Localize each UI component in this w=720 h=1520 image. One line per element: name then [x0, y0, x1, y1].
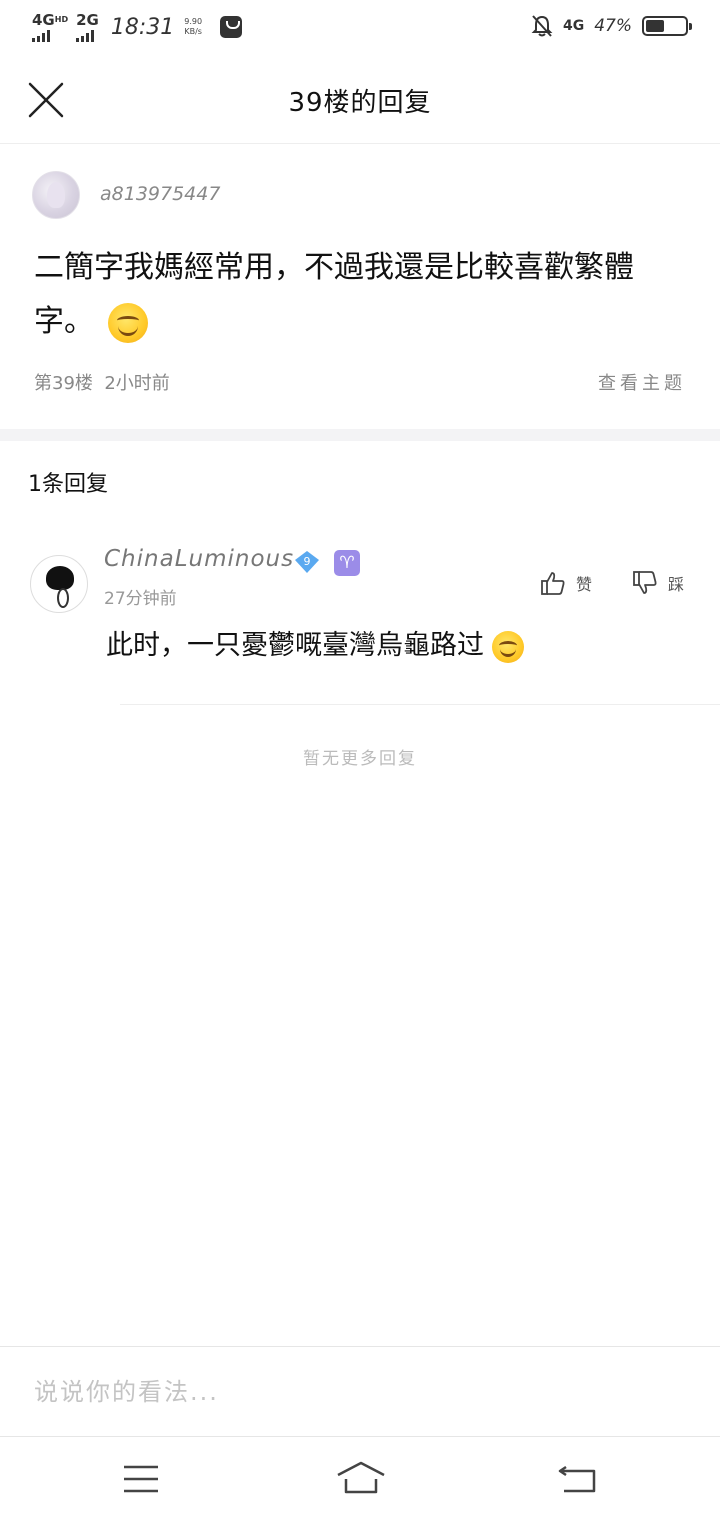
back-icon [558, 1465, 596, 1493]
level-number: 9 [304, 555, 311, 568]
post-content: 二簡字我媽經常用，不過我還是比較喜歡繁體字。 [34, 241, 686, 349]
reply-content: 此时，一只憂鬱嘅臺灣烏龜路过 [106, 626, 524, 666]
post-floor: 第39楼 [34, 373, 93, 394]
avatar[interactable] [30, 555, 88, 613]
like-button[interactable]: 赞 [540, 570, 592, 596]
menu-button[interactable] [120, 1459, 164, 1499]
dislike-button[interactable]: 踩 [632, 570, 684, 596]
status-left: 4GHD 2G 18:31 9.90 KB/s [32, 12, 243, 42]
speed-unit: KB/s [184, 27, 202, 36]
status-bar: 4GHD 2G 18:31 9.90 KB/s 4G 47% [0, 0, 720, 56]
signal-bars-icon [76, 30, 95, 42]
battery-percent: 47% [594, 16, 632, 36]
home-icon [337, 1461, 385, 1494]
menu-icon [124, 1465, 158, 1493]
network-type-1: 4G [32, 11, 55, 29]
network-hd-label: HD [54, 15, 69, 24]
reply-count: 1条回复 [28, 472, 108, 497]
reply-text: 此时，一只憂鬱嘅臺灣烏龜路过 [106, 630, 484, 661]
post-time: 2小时前 [104, 373, 170, 394]
smile-emoji-icon [492, 630, 524, 663]
original-post: a813975447 二簡字我媽經常用，不過我還是比較喜歡繁體字。 第39楼 2… [0, 145, 720, 429]
network-type-3: 4G [562, 18, 585, 34]
dislike-label: 踩 [668, 575, 685, 594]
reply-username[interactable]: ChinaLuminous [104, 546, 294, 572]
reply-time: 27分钟前 [104, 589, 177, 609]
list-item: ChinaLuminous 9 ♈ 27分钟前 赞 踩 此时，一只憂鬱嘅臺灣烏龜… [0, 540, 720, 706]
page-title: 39楼的回复 [288, 88, 432, 118]
status-right: 4G 47% [531, 14, 692, 38]
aries-zodiac-icon: ♈ [334, 550, 360, 576]
level-badge-icon: 9 [295, 551, 319, 573]
no-more-replies: 暂无更多回复 [303, 749, 417, 769]
divider [120, 704, 720, 705]
network-indicator-2: 2G [76, 12, 99, 42]
like-label: 赞 [576, 575, 593, 594]
thumbs-down-icon [633, 571, 657, 594]
thumbs-up-icon [541, 572, 565, 595]
network-type-2: 2G [76, 11, 99, 29]
home-button[interactable] [336, 1459, 386, 1499]
signal-bars-icon [32, 30, 50, 42]
header: 39楼的回复 [0, 56, 720, 144]
battery-icon [642, 16, 692, 36]
comment-input[interactable] [34, 1369, 674, 1415]
comment-bar [0, 1346, 720, 1436]
network-indicator-1: 4GHD [32, 12, 68, 42]
battery-fill [646, 20, 664, 32]
avatar[interactable] [32, 171, 80, 219]
clock: 18:31 [110, 14, 175, 40]
network-speed: 9.90 KB/s [184, 17, 202, 37]
post-username[interactable]: a813975447 [100, 183, 220, 205]
system-nav-bar [0, 1436, 720, 1520]
view-topic-link[interactable]: 查看主题 [598, 369, 686, 395]
bell-off-icon [531, 15, 553, 37]
shopping-bag-icon [220, 16, 243, 38]
speed-value: 9.90 [184, 17, 203, 26]
section-divider [0, 429, 720, 441]
smile-emoji-icon [108, 302, 148, 343]
post-meta: 第39楼 2小时前 [34, 369, 170, 395]
back-button[interactable] [556, 1459, 600, 1499]
